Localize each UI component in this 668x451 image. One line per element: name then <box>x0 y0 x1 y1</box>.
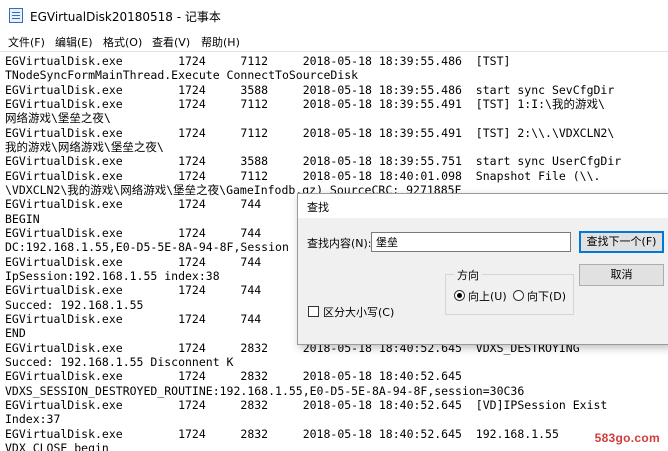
log-line: TNodeSyncFormMainThread.Execute ConnectT… <box>5 68 359 82</box>
log-line: EGVirtualDisk.exe 1724 744 <box>5 283 262 297</box>
cancel-button[interactable]: 取消 <box>579 264 664 286</box>
log-line: Succed: 192.168.1.55 <box>5 298 144 312</box>
log-line: EGVirtualDisk.exe 1724 7112 2018-05-18 1… <box>5 54 511 68</box>
log-line: Succed: 192.168.1.55 Disconnent K <box>5 355 234 369</box>
find-dialog: 查找 查找内容(N): 查找下一个(F) 取消 方向 向上(U) 向下(D) 区… <box>297 193 668 345</box>
log-line: EGVirtualDisk.exe 1724 7112 2018-05-18 1… <box>5 97 605 111</box>
find-what-label: 查找内容(N): <box>307 237 372 250</box>
log-line: EGVirtualDisk.exe 1724 744 <box>5 255 262 269</box>
log-line: END <box>5 326 26 340</box>
menu-file[interactable]: 文件(F) <box>8 34 45 50</box>
log-line: EGVirtualDisk.exe 1724 2832 2018-05-18 1… <box>5 398 608 412</box>
log-line: EGVirtualDisk.exe 1724 744 <box>5 312 262 326</box>
log-line: 我的游戏\网络游戏\堡垒之夜\ <box>5 140 164 154</box>
title-bar: EGVirtualDisk20180518 - 记事本 <box>0 0 668 32</box>
menu-format[interactable]: 格式(O) <box>103 34 142 50</box>
window-title: EGVirtualDisk20180518 - 记事本 <box>30 10 221 24</box>
direction-label: 方向 <box>454 267 482 283</box>
log-line: VDX_CLOSE begin <box>5 441 109 451</box>
menu-view[interactable]: 查看(V) <box>152 34 190 50</box>
match-case-checkbox[interactable] <box>308 306 319 317</box>
menu-bar: 文件(F) 编辑(E) 格式(O) 查看(V) 帮助(H) <box>0 31 668 52</box>
direction-group: 方向 向上(U) 向下(D) <box>445 267 574 315</box>
log-line: DC:192.168.1.55,E0-D5-5E-8A-94-8F,Sessio… <box>5 240 289 254</box>
log-line: EGVirtualDisk.exe 1724 3588 2018-05-18 1… <box>5 83 615 97</box>
menu-help[interactable]: 帮助(H) <box>201 34 240 50</box>
log-line: EGVirtualDisk.exe 1724 2832 2018-05-18 1… <box>5 369 462 383</box>
direction-up-radio[interactable] <box>454 290 465 301</box>
direction-up-label[interactable]: 向上(U) <box>468 288 507 304</box>
log-line: 网络游戏\堡垒之夜\ <box>5 111 111 125</box>
log-line: Index:37 <box>5 412 61 426</box>
log-line: EGVirtualDisk.exe 1724 744 <box>5 226 262 240</box>
log-line: EGVirtualDisk.exe 1724 744 <box>5 197 262 211</box>
find-dialog-title: 查找 <box>307 201 329 214</box>
log-line: BEGIN <box>5 212 40 226</box>
menu-edit[interactable]: 编辑(E) <box>55 34 93 50</box>
log-line: EGVirtualDisk.exe 1724 7112 2018-05-18 1… <box>5 126 615 140</box>
find-what-input[interactable] <box>371 232 571 252</box>
notepad-icon <box>9 8 23 23</box>
log-line: EGVirtualDisk.exe 1724 7112 2018-05-18 1… <box>5 169 601 183</box>
find-dialog-body: 查找内容(N): 查找下一个(F) 取消 方向 向上(U) 向下(D) 区分大小… <box>298 218 668 344</box>
direction-down-label[interactable]: 向下(D) <box>527 288 566 304</box>
watermark: 583go.com <box>594 431 660 445</box>
log-line: IpSession:192.168.1.55 index:38 <box>5 269 220 283</box>
log-line: EGVirtualDisk.exe 1724 2832 2018-05-18 1… <box>5 427 559 441</box>
notepad-window: EGVirtualDisk20180518 - 记事本 文件(F) 编辑(E) … <box>0 0 668 451</box>
match-case-label[interactable]: 区分大小写(C) <box>323 304 394 320</box>
direction-down-radio[interactable] <box>513 290 524 301</box>
find-next-button[interactable]: 查找下一个(F) <box>579 231 664 253</box>
log-line: VDXS_SESSION_DESTROYED_ROUTINE:192.168.1… <box>5 384 525 398</box>
log-line: EGVirtualDisk.exe 1724 3588 2018-05-18 1… <box>5 154 622 168</box>
